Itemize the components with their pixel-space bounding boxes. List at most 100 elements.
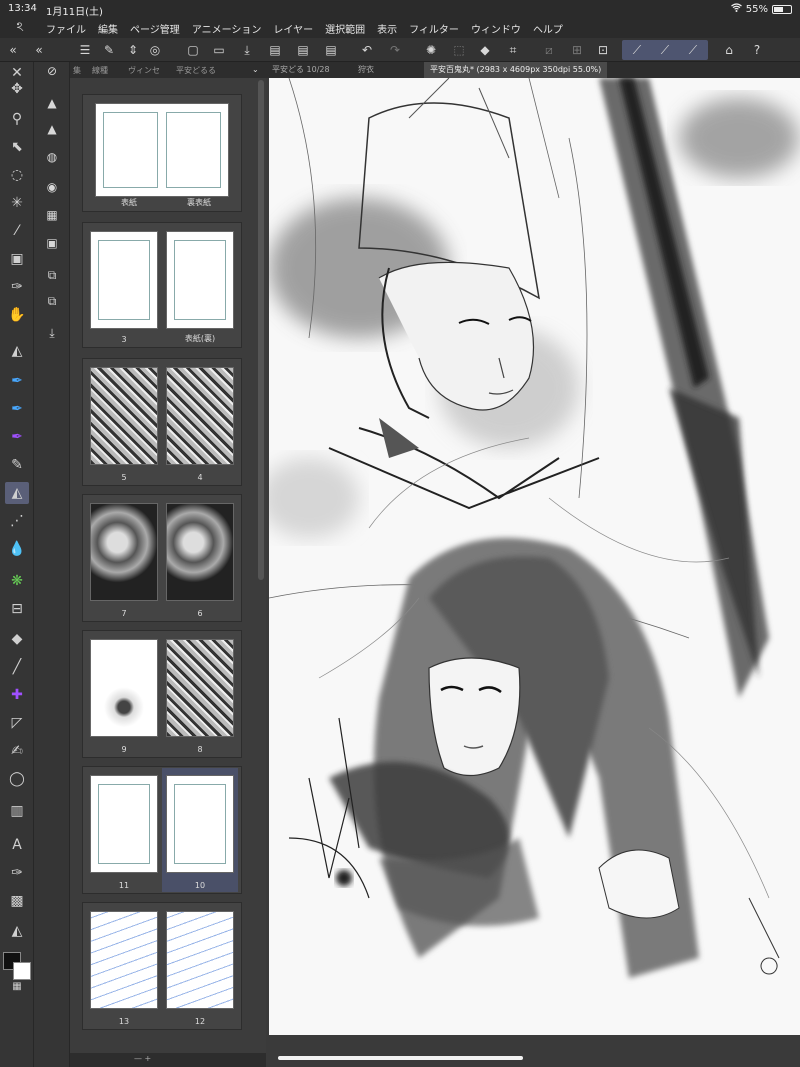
page-thumb-cover[interactable] (95, 103, 229, 197)
crop-icon[interactable]: ⌗ (504, 41, 522, 59)
spread-6[interactable]: 11 10 (82, 766, 242, 894)
panel-dropdown-icon[interactable]: ⌄ (252, 65, 259, 74)
redo-icon[interactable]: ↷ (386, 41, 404, 59)
balloon-tool-icon[interactable]: ◯ (5, 768, 29, 790)
page-thumb[interactable] (90, 367, 158, 465)
frame-tool-icon[interactable]: ⊟ (5, 598, 29, 620)
menu-icon[interactable]: ☰ (76, 41, 94, 59)
navigator-icon[interactable]: ⊘ (43, 62, 61, 80)
layers-icon[interactable]: ⧉ (43, 266, 61, 284)
layer-search-icon[interactable]: ▲ (43, 120, 61, 138)
menu-edit[interactable]: 編集 (92, 21, 124, 36)
spread-4[interactable]: 7 6 (82, 494, 242, 622)
panel-tab-2[interactable]: 線種 (92, 65, 108, 76)
pen-angle-2-icon[interactable]: ⟋ (656, 41, 674, 59)
grid-icon[interactable]: ⊡ (594, 41, 612, 59)
line-tool-icon[interactable]: ╱ (5, 656, 29, 678)
menu-window[interactable]: ウィンドウ (465, 21, 527, 36)
new-file-icon[interactable]: ▢ (184, 41, 202, 59)
spread-5[interactable]: 9 8 (82, 630, 242, 758)
loading-icon[interactable]: ✺ (422, 41, 440, 59)
home-indicator[interactable] (278, 1056, 523, 1060)
menu-help[interactable]: ヘルプ (527, 21, 569, 36)
move-tool-icon[interactable]: ✥ (5, 78, 29, 100)
page-thumb-selected[interactable] (166, 775, 234, 873)
menu-layer[interactable]: レイヤー (267, 21, 319, 36)
eyedropper-icon[interactable]: ✑ (5, 276, 29, 298)
page-thumb[interactable] (166, 231, 234, 329)
doc-tab-2[interactable]: 狩衣 (352, 62, 380, 78)
pen-blue-icon[interactable]: ✒ (5, 370, 29, 392)
page-thumb[interactable] (90, 503, 158, 601)
blend-tool-icon[interactable]: 💧 (5, 538, 29, 560)
pen-marker-icon[interactable]: ✒ (5, 398, 29, 420)
collapse-left-icon[interactable]: « (4, 41, 22, 59)
color-set-icon[interactable]: ▦ (43, 206, 61, 224)
import-icon[interactable]: ⤓ (43, 324, 61, 342)
sparkle-tool-icon[interactable]: ✚ (5, 684, 29, 706)
collapse-panel-icon[interactable]: « (30, 41, 48, 59)
export-icon[interactable]: ▤ (266, 41, 284, 59)
export-png-icon[interactable]: ▤ (294, 41, 312, 59)
layer-move-icon[interactable]: ▣ (5, 248, 29, 270)
menu-view[interactable]: 表示 (371, 21, 403, 36)
erase-tool-icon[interactable]: ◭ (5, 340, 29, 362)
correction-tool-icon[interactable]: ✑ (5, 862, 29, 884)
pencil-tool-icon[interactable]: ✎ (5, 454, 29, 476)
menu-filter[interactable]: フィルター (403, 21, 465, 36)
clear-icon[interactable]: ⬚ (450, 41, 468, 59)
menu-file[interactable]: ファイル (40, 21, 92, 36)
spread-7[interactable]: 13 12 (82, 902, 242, 1030)
open-folder-icon[interactable]: ▭ (210, 41, 228, 59)
undo-icon[interactable]: ↶ (358, 41, 376, 59)
page-thumb[interactable] (90, 775, 158, 873)
spread-2[interactable]: 3 表紙(裏) (82, 222, 242, 348)
gradient-tool-icon[interactable]: ▥ (5, 800, 29, 822)
spread-cover[interactable]: 表紙 裏表紙 (82, 94, 242, 212)
drawing-canvas[interactable] (269, 78, 800, 1035)
ruler-tool-icon[interactable]: ◸ (5, 712, 29, 734)
fill-tool-icon[interactable]: ◆ (5, 628, 29, 650)
edit-icon[interactable]: ✎ (100, 41, 118, 59)
pen-angle-3-icon[interactable]: ⟋ (684, 41, 702, 59)
pen-angle-1-icon[interactable]: ⟋ (628, 41, 646, 59)
save-icon[interactable]: ⤓ (238, 41, 256, 59)
object-tool-icon[interactable]: ⬉ (5, 136, 29, 158)
page-thumb[interactable] (90, 639, 158, 737)
export-jpg-icon[interactable]: ▤ (322, 41, 340, 59)
panel-tab-3[interactable]: ヴィンセ (128, 65, 160, 76)
page-thumb[interactable] (90, 911, 158, 1009)
page-thumb[interactable] (166, 367, 234, 465)
page-thumb[interactable] (90, 231, 158, 329)
zoom-tool-icon[interactable]: ⚲ (5, 108, 29, 130)
menu-animation[interactable]: アニメーション (186, 21, 268, 36)
spread-3[interactable]: 5 4 (82, 358, 242, 486)
menu-selection[interactable]: 選択範囲 (319, 21, 371, 36)
fill-gradient-icon[interactable]: ▩ (5, 890, 29, 912)
eraser-active-icon[interactable]: ◭ (5, 482, 29, 504)
decoration-icon[interactable]: ❋ (5, 570, 29, 592)
magic-wand-icon[interactable]: ✳ (5, 192, 29, 214)
pen-purple-icon[interactable]: ✒ (5, 426, 29, 448)
companion-icon[interactable]: ◎ (146, 41, 164, 59)
doc-tab-active[interactable]: 平安百鬼丸* (2983 x 4609px 350dpi 55.0%) (424, 62, 608, 78)
learn-icon[interactable]: ⌂ (720, 41, 738, 59)
text-tool-icon[interactable]: A (5, 834, 29, 856)
panel-scrollbar[interactable] (258, 80, 264, 580)
lasso-select-icon[interactable]: ◌ (5, 164, 29, 186)
help-icon[interactable]: ? (748, 41, 766, 59)
page-thumb[interactable] (166, 503, 234, 601)
menu-page[interactable]: ページ管理 (124, 21, 186, 36)
snap-ruler-icon[interactable]: ⊞ (568, 41, 586, 59)
hand-tool-icon[interactable]: ✋ (5, 304, 29, 326)
snap-off-icon[interactable]: ⧄ (540, 41, 558, 59)
panel-tab-1[interactable]: 集 (73, 65, 81, 76)
airbrush-icon[interactable]: ⋰ (5, 510, 29, 532)
panel-tab-4[interactable]: 平安どるる (176, 65, 216, 76)
material-icon[interactable]: ◍ (43, 148, 61, 166)
eraser-tool-icon[interactable]: ⁄ (5, 220, 29, 242)
sort-icon[interactable]: ⇕ (124, 41, 142, 59)
page-manager-icon[interactable]: ▣ (43, 234, 61, 252)
page-thumb[interactable] (166, 911, 234, 1009)
brush-tool-icon[interactable]: ✍ (5, 740, 29, 762)
